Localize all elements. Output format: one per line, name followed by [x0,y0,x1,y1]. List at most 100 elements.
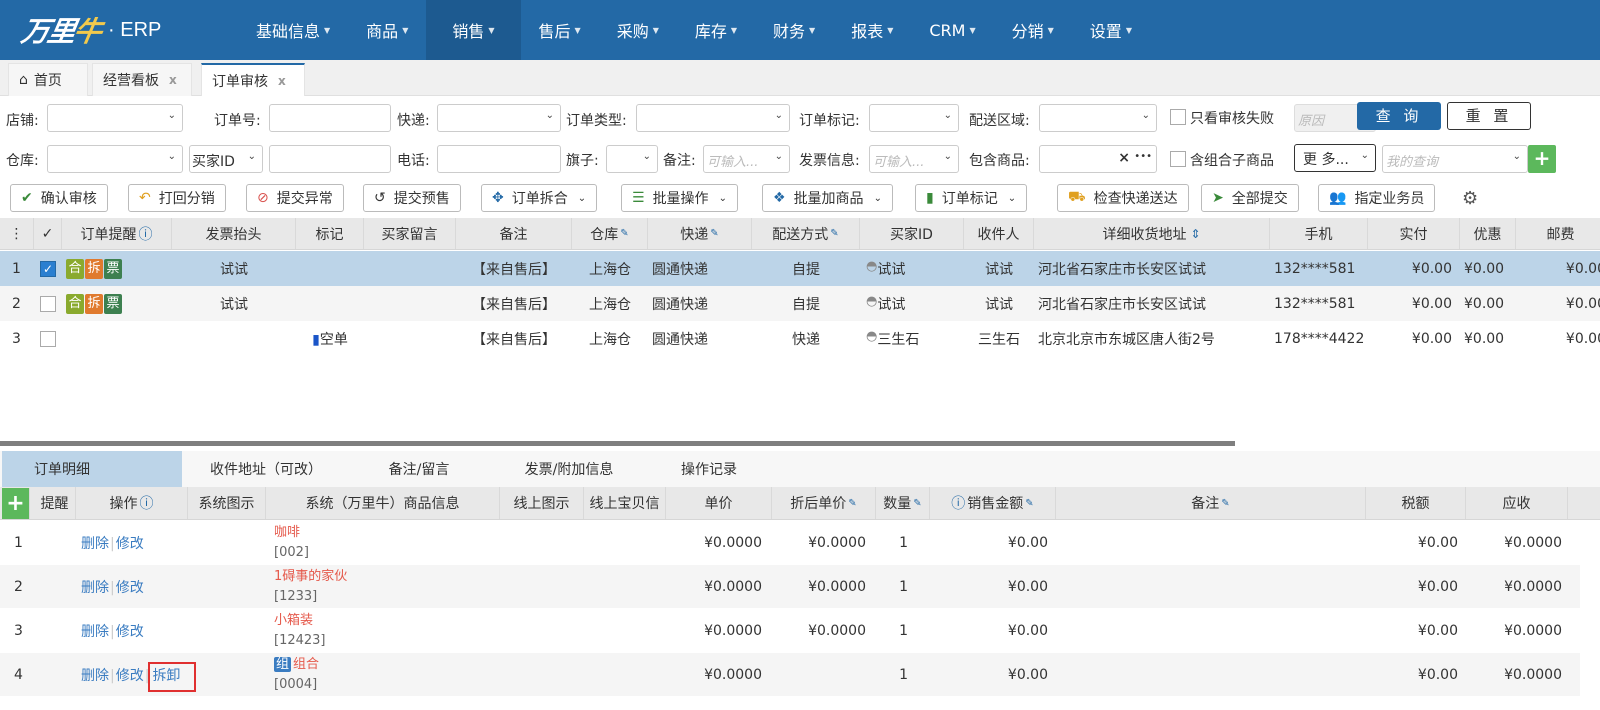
delete-link[interactable]: 删除 [81,624,109,640]
order-row[interactable]: 1 ✓ 合拆票试试 【来自售后】 上海仓 圆通快递 自提 ◓试试 试试 河北省石家庄市长安区试试 1… [0,251,1600,286]
toolbar-button[interactable]: ➤ 全部提交 [1201,184,1299,212]
row-checkbox[interactable] [40,330,56,347]
buyer-field-select[interactable]: 买家ID ⌄ [189,145,263,173]
column-header-system-goods-info[interactable]: 系统（万里牛）商品信息 [266,487,500,519]
close-icon[interactable]: x [278,74,286,88]
nav-item[interactable]: 商品 ▼ [348,0,426,60]
edit-link[interactable]: 修改 [116,624,144,640]
nav-item[interactable]: CRM ▼ [911,0,993,60]
column-header-remark[interactable]: 备注 ✎ [1056,487,1366,519]
column-header-tax[interactable]: 税额 [1366,487,1466,519]
edit-link[interactable]: 修改 [116,580,144,596]
toolbar-button[interactable]: ▮ 订单标记 ⌄ [915,184,1028,212]
delete-link[interactable]: 删除 [81,580,109,596]
detail-row[interactable]: 2 删除|修改 1碍事的家伙 [1233] ¥0.0000 ¥0.0000 1 ¥0.00 ¥0… [0,565,1580,608]
toolbar-button[interactable]: ↶ 打回分销 [128,184,226,212]
column-header-discount-price[interactable]: 折后单价 ✎ [772,487,876,519]
column-header-receivable[interactable]: 应收 [1466,487,1568,519]
column-header-unit-price[interactable]: 单价 [666,487,772,519]
goods-name[interactable]: 1碍事的家伙 [274,569,347,584]
detail-tab[interactable]: 收件地址（可改） [182,451,350,487]
my-query-select[interactable]: 我的查询 ⌄ [1382,145,1528,173]
remark-select[interactable]: 可输入... ⌄ [703,145,790,173]
phone-input[interactable] [437,145,561,173]
shop-select[interactable]: ⌄ [47,104,183,132]
more-select[interactable]: 更 多... ⌄ [1294,144,1376,172]
edit-link[interactable]: 修改 [116,536,144,552]
buyer-value-input[interactable] [269,145,391,173]
reset-button[interactable]: 重 置 [1447,102,1531,130]
toolbar-button[interactable]: ✔ 确认审核 [10,184,108,212]
column-header-online-goods-info[interactable]: 线上宝贝信 [584,487,666,519]
goods-name[interactable]: 小箱装 [274,613,313,628]
sort-icon[interactable]: ⇕ [1190,227,1200,241]
nav-item[interactable]: 销售 ▼ [426,0,521,60]
pencil-icon[interactable]: ✎ [848,498,856,509]
column-header-discount[interactable]: 优惠 [1460,218,1516,249]
pencil-icon[interactable]: ✎ [1025,498,1033,509]
nav-item[interactable]: 设置 ▼ [1072,0,1150,60]
nav-item[interactable]: 财务 ▼ [755,0,833,60]
logo[interactable]: 万里牛 · ERP [19,8,162,52]
order-row[interactable]: 2 合拆票试试 【来自售后】 上海仓 圆通快递 自提 ◓试试 试试 河北省石家庄市长安区试试 13… [0,286,1600,321]
column-header-phone[interactable]: 手机 [1270,218,1368,249]
column-header-paid[interactable]: 实付 [1368,218,1460,249]
column-header-online-image[interactable]: 线上图示 [500,487,584,519]
order-type-select[interactable]: ⌄ [636,104,790,132]
detail-tab[interactable]: 备注/留言 [350,451,488,487]
toolbar-button[interactable]: ↺ 提交预售 [363,184,461,212]
nav-item[interactable]: 采购 ▼ [599,0,677,60]
column-header-operation[interactable]: 操作 ⓘ [76,487,188,519]
nav-item[interactable]: 基础信息 ▼ [238,0,348,60]
pencil-icon[interactable]: ✎ [1221,498,1229,509]
column-header-delivery-method[interactable]: 配送方式 ✎ [752,218,860,249]
column-header-warehouse[interactable]: 仓库 ✎ [572,218,648,249]
wangwang-icon[interactable]: ◓ [866,259,877,274]
delete-link[interactable]: 删除 [81,536,109,552]
column-header-address[interactable]: 详细收货地址 ⇕ [1034,218,1270,249]
pencil-icon[interactable]: ✎ [620,228,628,239]
tab-order-review[interactable]: 订单审核 x [201,63,305,96]
detail-tab[interactable]: 操作记录 [650,451,768,487]
nav-item[interactable]: 报表 ▼ [833,0,911,60]
detail-tab[interactable]: 订单明细 [2,451,182,487]
toolbar-button[interactable]: ☰ 批量操作 ⌄ [621,184,738,212]
column-header-mark[interactable]: 标记 [296,218,364,249]
toolbar-button[interactable]: ⛟ 检查快递送达 [1057,184,1189,212]
nav-item[interactable]: 售后 ▼ [521,0,599,60]
query-button[interactable]: 查 询 [1357,102,1441,130]
toolbar-button[interactable]: 👥 指定业务员 [1318,184,1436,212]
clear-icon[interactable]: × [1118,150,1130,166]
warehouse-select[interactable]: ⌄ [47,145,183,173]
detail-row[interactable]: 4 删除|修改| 拆卸组组合 [0004] ¥0.0000 1 ¥0.00 ¥0.00 ¥0.0… [0,653,1580,696]
toolbar-button[interactable]: ⊘ 提交异常 [246,184,344,212]
column-header-buyer-id[interactable]: 买家ID [860,218,964,249]
column-header-receiver[interactable]: 收件人 [964,218,1034,249]
tab-home[interactable]: ⌂ 首页 [8,63,88,96]
column-header-order-reminder[interactable]: 订单提醒 ⓘ [62,218,172,249]
order-mark-select[interactable]: ⌄ [869,104,959,132]
wangwang-icon[interactable]: ◓ [866,329,877,344]
column-header-invoice-title[interactable]: 发票抬头 [172,218,296,249]
column-header-select-all[interactable]: ✓ [34,218,62,249]
row-checkbox[interactable]: ✓ [40,260,56,277]
goods-name[interactable]: 咖啡 [274,525,300,540]
order-no-input[interactable] [269,104,391,132]
column-header-postage[interactable]: 邮费 [1516,218,1600,249]
disassemble-link[interactable]: 拆卸 [148,661,197,692]
pencil-icon[interactable]: ✎ [830,228,838,239]
add-query-button[interactable]: + [1528,145,1556,173]
column-header-express[interactable]: 快递 ✎ [648,218,752,249]
detail-tab[interactable]: 发票/附加信息 [488,451,650,487]
express-select[interactable]: ⌄ [437,104,561,132]
toolbar-button[interactable]: ❖ 批量加商品 ⌄ [762,184,893,212]
order-row[interactable]: 3 ▮空单 【来自售后】 上海仓 圆通快递 快递 ◓三生石 三生石 北京北京市东城区唐人街2号 1… [0,321,1600,356]
column-header-row-menu[interactable]: ⋮ [0,218,34,249]
delete-link[interactable]: 删除 [81,668,109,684]
pencil-icon[interactable]: ✎ [710,228,718,239]
column-header-remark[interactable]: 备注 [456,218,572,249]
delivery-area-select[interactable]: ⌄ [1039,104,1157,132]
column-header-buyer-message[interactable]: 买家留言 [364,218,456,249]
nav-item[interactable]: 库存 ▼ [677,0,755,60]
only-failed-checkbox[interactable] [1170,109,1186,125]
